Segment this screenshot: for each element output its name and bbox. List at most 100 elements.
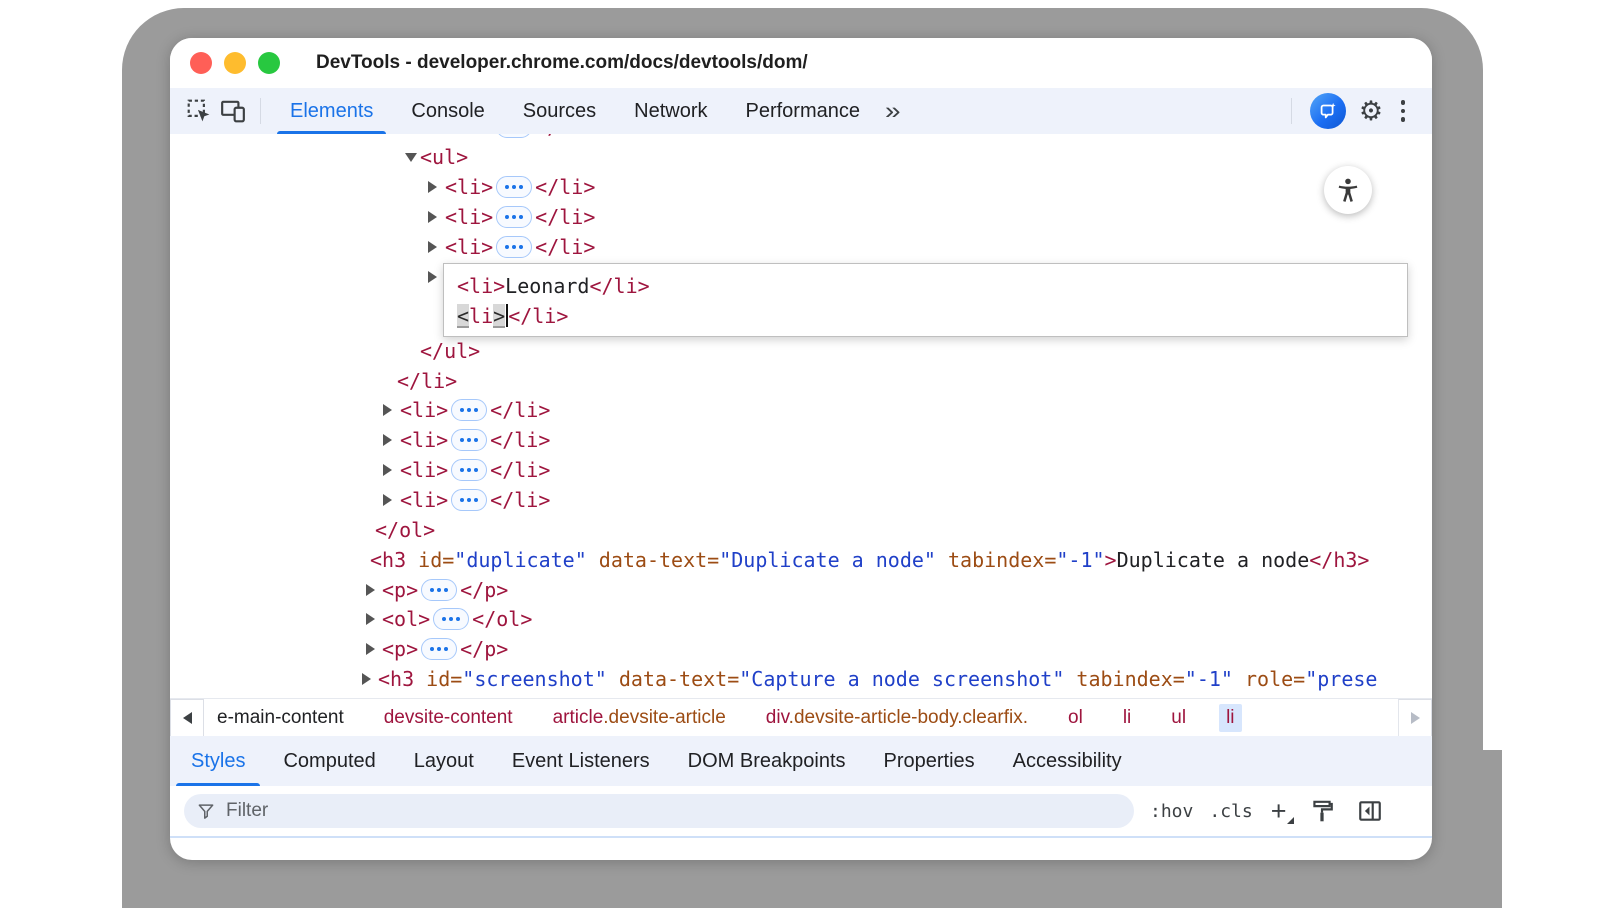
rendering-brush-icon[interactable] — [1309, 798, 1335, 824]
close-button[interactable] — [190, 52, 212, 74]
expand-arrow-icon[interactable] — [366, 613, 375, 625]
tree-row[interactable]: <li></li> — [170, 455, 1432, 485]
tab-network[interactable]: Network — [615, 88, 726, 134]
tree-row-code: </ul> — [420, 336, 480, 366]
tab-dom-breakpoints[interactable]: DOM Breakpoints — [669, 736, 865, 786]
ellipsis-expand-icon[interactable] — [496, 176, 532, 198]
breadcrumb-tag: ul — [1171, 707, 1186, 728]
collapse-arrow-icon[interactable] — [405, 153, 417, 162]
tree-row[interactable]: </li> — [170, 366, 1432, 396]
ellipsis-expand-icon[interactable] — [496, 134, 532, 138]
ellipsis-expand-icon[interactable] — [451, 399, 487, 421]
breadcrumb-item[interactable]: article.devsite-article — [546, 704, 733, 732]
tree-row[interactable]: <li></li> — [170, 134, 1432, 142]
tree-row[interactable]: </ol> — [170, 515, 1432, 545]
expand-arrow-icon[interactable] — [428, 271, 437, 283]
tab-properties[interactable]: Properties — [865, 736, 994, 786]
breadcrumb-item[interactable]: devsite-content — [377, 704, 520, 732]
breadcrumb-item[interactable]: ul — [1164, 704, 1193, 732]
dom-tree: <li>Leonard</li><li></li> <li></li><ul><… — [170, 134, 1432, 698]
breadcrumb-item[interactable]: ol — [1061, 704, 1090, 732]
tree-row[interactable]: <li></li> — [170, 395, 1432, 425]
breadcrumb-scroll-left-icon[interactable] — [170, 699, 204, 737]
expand-arrow-icon[interactable] — [362, 673, 371, 685]
new-style-rule-button[interactable]: + — [1271, 798, 1287, 825]
filter-input-wrap[interactable] — [184, 794, 1134, 828]
code-token-tag: <li> — [400, 458, 448, 482]
edit-box-line: <li>Leonard</li> — [457, 271, 1407, 301]
tree-row[interactable]: <h3 id="screenshot" data-text="Capture a… — [170, 664, 1432, 694]
ellipsis-expand-icon[interactable] — [496, 206, 532, 228]
breadcrumb-item[interactable]: e-main-content — [210, 704, 351, 732]
code-token-attr: data-text= — [607, 667, 739, 691]
expand-arrow-icon[interactable] — [383, 404, 392, 416]
tree-row[interactable]: <h3 id="duplicate" data-text="Duplicate … — [170, 545, 1432, 575]
toggle-element-state-button[interactable]: :hov — [1150, 801, 1193, 822]
node-edit-box[interactable]: <li>Leonard</li><li></li> — [443, 263, 1408, 337]
tree-row[interactable]: <li></li> — [170, 202, 1432, 232]
breadcrumb-class: .devsite-article — [603, 707, 726, 728]
tab-performance[interactable]: Performance — [727, 88, 880, 134]
settings-gear-icon[interactable]: ⚙ — [1354, 94, 1388, 128]
breadcrumb-item[interactable]: div.devsite-article-body.clearfix. — [759, 704, 1035, 732]
tree-row[interactable]: <li> </li> — [170, 485, 1432, 515]
code-token-val: "screenshot" — [462, 667, 607, 691]
expand-arrow-icon[interactable] — [428, 211, 437, 223]
code-token-tag: </h3> — [1309, 548, 1369, 572]
ellipsis-expand-icon[interactable] — [451, 459, 487, 481]
tree-row[interactable]: <ol></ol> — [170, 604, 1432, 634]
breadcrumb-bar: e-main-content devsite-content article.dev… — [170, 698, 1432, 737]
expand-arrow-icon[interactable] — [366, 643, 375, 655]
accessibility-button[interactable] — [1324, 166, 1372, 214]
ellipsis-expand-icon[interactable] — [451, 489, 487, 511]
breadcrumb-item[interactable]: li — [1219, 704, 1241, 732]
tree-row[interactable]: <p></p> — [170, 634, 1432, 664]
device-toolbar-icon[interactable] — [216, 94, 250, 128]
zoom-button[interactable] — [258, 52, 280, 74]
element-classes-button[interactable]: .cls — [1209, 801, 1252, 822]
tab-computed[interactable]: Computed — [264, 736, 394, 786]
code-token-tag: </li> — [535, 235, 595, 259]
toggle-sidebar-icon[interactable] — [1357, 798, 1383, 824]
expand-arrow-icon[interactable] — [383, 494, 392, 506]
devtools-toolbar: ElementsConsoleSourcesNetworkPerformance… — [170, 88, 1432, 135]
ellipsis-expand-icon[interactable] — [433, 608, 469, 630]
tree-row[interactable]: <ul> — [170, 142, 1432, 172]
tab-event-listeners[interactable]: Event Listeners — [493, 736, 669, 786]
tab-sources[interactable]: Sources — [504, 88, 615, 134]
breadcrumb-scroll-right-icon[interactable] — [1398, 699, 1432, 737]
code-token-tag: <h3 — [370, 548, 406, 572]
ellipsis-expand-icon[interactable] — [451, 429, 487, 451]
code-token-tag: <li> — [400, 488, 448, 512]
tree-row[interactable]: <li></li> — [170, 172, 1432, 202]
code-token-val: "duplicate" — [454, 548, 586, 572]
minimize-button[interactable] — [224, 52, 246, 74]
ellipsis-expand-icon[interactable] — [421, 579, 457, 601]
tab-elements[interactable]: Elements — [271, 88, 392, 134]
more-tabs-icon[interactable]: » — [885, 99, 901, 123]
expand-arrow-icon[interactable] — [366, 584, 375, 596]
tree-row[interactable]: <p></p> — [170, 575, 1432, 605]
tab-console[interactable]: Console — [392, 88, 503, 134]
ellipsis-expand-icon[interactable] — [496, 236, 532, 258]
tab-accessibility[interactable]: Accessibility — [994, 736, 1141, 786]
code-token-tag: <ul> — [420, 145, 468, 169]
expand-arrow-icon[interactable] — [383, 434, 392, 446]
tree-row[interactable]: </ul> — [170, 336, 1432, 366]
ellipsis-expand-icon[interactable] — [421, 638, 457, 660]
expand-arrow-icon[interactable] — [428, 181, 437, 193]
more-options-icon[interactable] — [1388, 94, 1418, 128]
tree-row-code: <h3 id="duplicate" data-text="Duplicate … — [370, 545, 1369, 575]
ai-assistance-icon[interactable] — [1310, 93, 1346, 129]
tree-row-code: <ol></ol> — [382, 604, 532, 634]
tab-styles[interactable]: Styles — [172, 736, 264, 786]
code-token-tag: </li> — [490, 488, 550, 512]
tree-row[interactable]: <li></li> — [170, 425, 1432, 455]
inspect-element-icon[interactable] — [182, 94, 216, 128]
filter-input[interactable] — [224, 799, 1122, 823]
expand-arrow-icon[interactable] — [383, 464, 392, 476]
tree-row[interactable]: <li></li> — [170, 232, 1432, 262]
breadcrumb-item[interactable]: li — [1116, 704, 1138, 732]
tab-layout[interactable]: Layout — [395, 736, 493, 786]
expand-arrow-icon[interactable] — [428, 241, 437, 253]
